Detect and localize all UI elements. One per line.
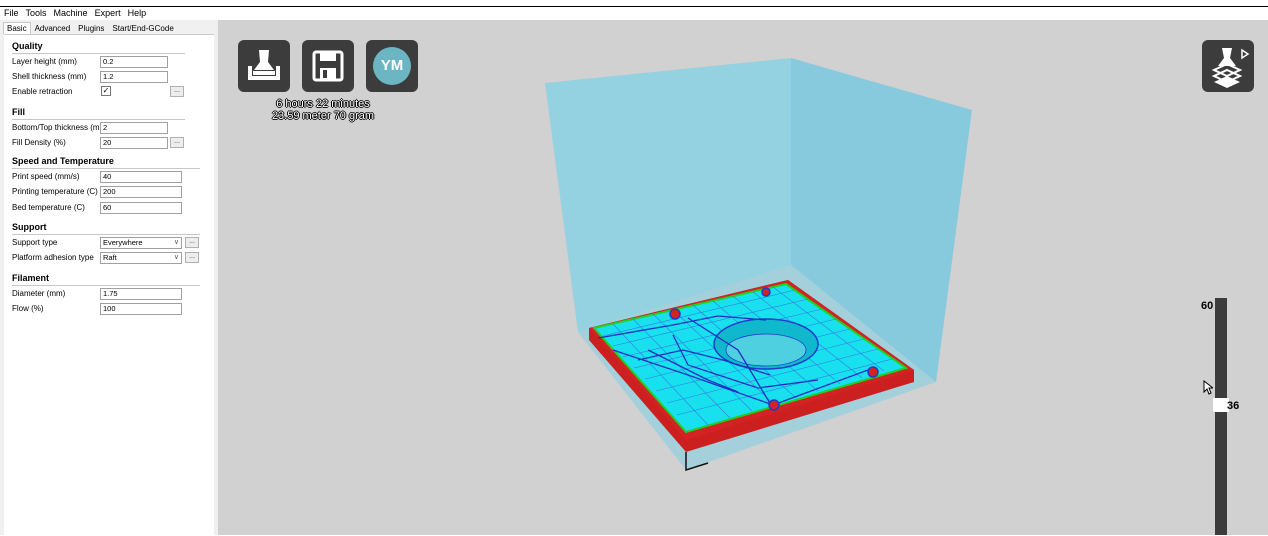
chevron-down-icon: ∨ (173, 254, 179, 261)
divider (12, 234, 200, 235)
youmagine-button[interactable]: YM (366, 40, 418, 92)
fill-density-input[interactable]: 20 (100, 137, 168, 149)
mount-hole (761, 287, 771, 297)
retraction-more-button[interactable]: ... (170, 86, 184, 97)
layer-max-label: 60 (1201, 300, 1214, 312)
save-gcode-button[interactable] (302, 40, 354, 92)
printing-temperature-input[interactable]: 200 (100, 186, 182, 198)
section-quality: Quality (12, 41, 43, 51)
divider (12, 53, 185, 54)
platform-adhesion-value: Raft (103, 253, 117, 262)
tab-basic[interactable]: Basic (3, 22, 31, 34)
enable-retraction-label: Enable retraction (12, 87, 73, 96)
section-support: Support (12, 222, 47, 232)
mount-hole (867, 366, 879, 378)
support-type-label: Support type (12, 238, 58, 247)
adhesion-more-button[interactable]: ... (185, 252, 199, 263)
menu-expert[interactable]: Expert (91, 7, 124, 19)
section-speed-temperature: Speed and Temperature (12, 156, 114, 166)
flow-label: Flow (%) (12, 304, 44, 313)
divider (12, 168, 200, 169)
layer-height-input[interactable]: 0.2 (100, 56, 168, 68)
menu-tools[interactable]: Tools (22, 7, 50, 19)
shell-thickness-input[interactable]: 1.2 (100, 71, 168, 83)
bed-temperature-input[interactable]: 60 (100, 202, 182, 214)
window-top-edge (0, 0, 1268, 7)
support-type-value: Everywhere (103, 238, 143, 247)
layer-slider-track[interactable] (1215, 298, 1227, 535)
divider (12, 119, 185, 120)
platform-adhesion-label: Platform adhesion type (12, 253, 94, 262)
settings-tabs: Basic Advanced Plugins Start/End-GCode (3, 22, 178, 34)
platform-adhesion-select[interactable]: Raft ∨ (100, 252, 182, 264)
bed-temperature-label: Bed temperature (C) (12, 203, 85, 212)
print-material-text: 23.59 meter 70 gram (271, 110, 375, 122)
view-mode-button[interactable] (1202, 40, 1254, 92)
bottom-top-thickness-input[interactable]: 2 (100, 122, 168, 134)
flow-input[interactable]: 100 (100, 303, 182, 315)
print-time-text: 6 hours 22 minutes (276, 98, 370, 110)
mount-hole (768, 399, 780, 411)
layer-current-label: 36 (1227, 400, 1240, 412)
print-speed-label: Print speed (mm/s) (12, 172, 80, 181)
section-fill: Fill (12, 107, 25, 117)
printing-temperature-label: Printing temperature (C) (12, 187, 98, 196)
view-mode-icon (1211, 48, 1250, 88)
menu-help[interactable]: Help (124, 7, 150, 19)
mouse-cursor-icon (1203, 380, 1213, 395)
load-model-button[interactable] (238, 40, 290, 92)
save-gcode-icon (312, 50, 344, 82)
fill-more-button[interactable]: ... (170, 137, 184, 148)
enable-retraction-checkbox[interactable]: ✓ (101, 86, 111, 96)
support-type-select[interactable]: Everywhere ∨ (100, 237, 182, 249)
shell-thickness-label: Shell thickness (mm) (12, 72, 87, 81)
youmagine-icon: YM (373, 47, 411, 85)
section-filament: Filament (12, 273, 50, 283)
support-more-button[interactable]: ... (185, 237, 199, 248)
menu-bar: File Tools Machine Expert Help (0, 7, 1268, 19)
basic-settings: Quality Layer height (mm) 0.2 Shell thic… (4, 34, 214, 536)
layer-height-label: Layer height (mm) (12, 57, 77, 66)
diameter-label: Diameter (mm) (12, 289, 66, 298)
menu-machine[interactable]: Machine (50, 7, 91, 19)
mount-hole (669, 308, 681, 320)
print-speed-input[interactable]: 40 (100, 171, 182, 183)
settings-panel: Basic Advanced Plugins Start/End-GCode Qual… (0, 20, 218, 536)
diameter-input[interactable]: 1.75 (100, 288, 182, 300)
load-model-icon (248, 50, 280, 80)
3d-viewport[interactable]: YM 6 hours 22 minutes 23.59 meter 70 gra… (218, 20, 1268, 535)
menu-file[interactable]: File (0, 7, 22, 19)
bottom-top-thickness-label: Bottom/Top thickness (mm) (12, 123, 109, 132)
divider (12, 285, 200, 286)
fill-density-label: Fill Density (%) (12, 138, 66, 147)
chevron-down-icon: ∨ (173, 239, 179, 246)
